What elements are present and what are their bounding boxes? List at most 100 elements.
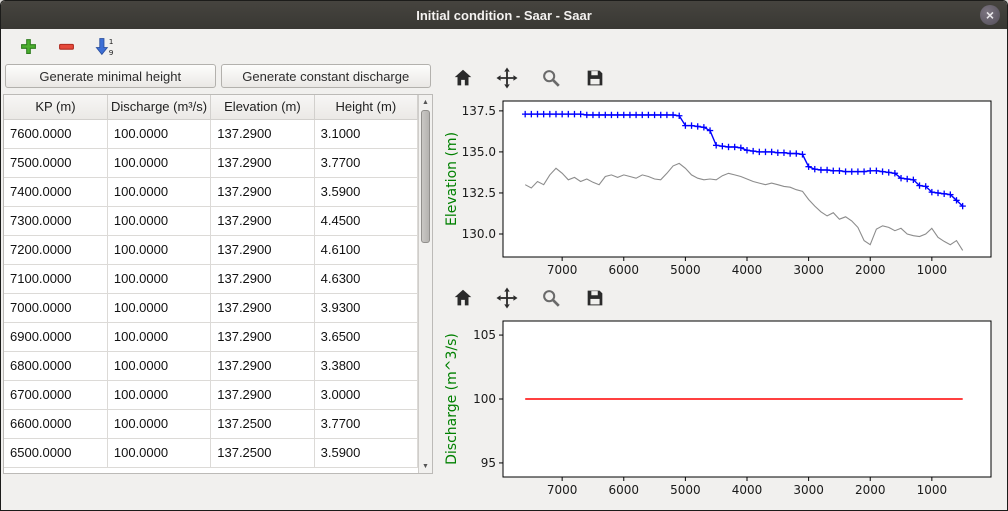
table-cell[interactable]: 137.2900 <box>211 206 314 235</box>
table-cell[interactable]: 3.3800 <box>314 351 417 380</box>
svg-text:1: 1 <box>108 37 113 46</box>
elevation-save-button[interactable] <box>581 65 609 91</box>
table-cell[interactable]: 6800.0000 <box>4 351 107 380</box>
table-cell[interactable]: 7200.0000 <box>4 235 107 264</box>
table-cell[interactable]: 4.6300 <box>314 264 417 293</box>
discharge-pan-button[interactable] <box>493 285 521 311</box>
remove-row-button[interactable] <box>51 32 81 60</box>
zoom-icon <box>540 67 562 89</box>
column-header-kp[interactable]: KP (m) <box>4 95 107 119</box>
svg-text:1000: 1000 <box>917 263 948 277</box>
table-cell[interactable]: 100.0000 <box>107 438 210 467</box>
elevation-pan-button[interactable] <box>493 65 521 91</box>
svg-text:7000: 7000 <box>547 483 578 497</box>
scrollbar-track[interactable] <box>419 109 432 459</box>
table-cell[interactable]: 6700.0000 <box>4 380 107 409</box>
svg-text:5000: 5000 <box>670 263 701 277</box>
generate-constant-discharge-button[interactable]: Generate constant discharge <box>221 64 432 88</box>
svg-text:132.5: 132.5 <box>462 186 496 200</box>
table-cell[interactable]: 137.2900 <box>211 177 314 206</box>
table-row: 6900.0000100.0000137.29003.6500 <box>4 322 418 351</box>
table-row: 6500.0000100.0000137.25003.5900 <box>4 438 418 467</box>
sort-button[interactable]: 1 9 <box>89 32 119 60</box>
table-cell[interactable]: 3.5900 <box>314 177 417 206</box>
svg-text:4000: 4000 <box>732 263 763 277</box>
discharge-chart[interactable]: 700060005000400030002000100095100105Disc… <box>441 313 1005 503</box>
table-cell[interactable]: 7600.0000 <box>4 119 107 148</box>
table-cell[interactable]: 137.2500 <box>211 409 314 438</box>
svg-text:Discharge (m^3/s): Discharge (m^3/s) <box>444 333 460 465</box>
table-row: 7500.0000100.0000137.29003.7700 <box>4 148 418 177</box>
table-cell[interactable]: 7400.0000 <box>4 177 107 206</box>
add-row-button[interactable] <box>13 32 43 60</box>
table-cell[interactable]: 6600.0000 <box>4 409 107 438</box>
svg-text:3000: 3000 <box>793 483 824 497</box>
table-cell[interactable]: 100.0000 <box>107 409 210 438</box>
table-cell[interactable]: 3.5900 <box>314 438 417 467</box>
svg-text:95: 95 <box>481 456 496 470</box>
table-row: 7200.0000100.0000137.29004.6100 <box>4 235 418 264</box>
discharge-home-button[interactable] <box>449 285 477 311</box>
table-header-row: KP (m) Discharge (m³/s) Elevation (m) He… <box>4 95 418 119</box>
table-cell[interactable]: 100.0000 <box>107 380 210 409</box>
table-cell[interactable]: 137.2900 <box>211 148 314 177</box>
table-cell[interactable]: 100.0000 <box>107 235 210 264</box>
right-panel: 7000600050004000300020001000130.0132.513… <box>435 63 1007 510</box>
table-cell[interactable]: 3.0000 <box>314 380 417 409</box>
table-cell[interactable]: 137.2900 <box>211 293 314 322</box>
table-cell[interactable]: 100.0000 <box>107 148 210 177</box>
column-header-discharge[interactable]: Discharge (m³/s) <box>107 95 210 119</box>
discharge-zoom-button[interactable] <box>537 285 565 311</box>
table-cell[interactable]: 4.4500 <box>314 206 417 235</box>
table-cell[interactable]: 3.6500 <box>314 322 417 351</box>
table-cell[interactable]: 137.2900 <box>211 322 314 351</box>
generate-minimal-height-button[interactable]: Generate minimal height <box>5 64 216 88</box>
table-cell[interactable]: 7500.0000 <box>4 148 107 177</box>
svg-text:105: 105 <box>473 328 496 342</box>
table-cell[interactable]: 7100.0000 <box>4 264 107 293</box>
table-cell[interactable]: 100.0000 <box>107 119 210 148</box>
table-cell[interactable]: 100.0000 <box>107 293 210 322</box>
elevation-plot-toolbar <box>441 63 1007 93</box>
table-cell[interactable]: 137.2900 <box>211 380 314 409</box>
table-cell[interactable]: 6900.0000 <box>4 322 107 351</box>
svg-text:2000: 2000 <box>855 263 886 277</box>
table-cell[interactable]: 7300.0000 <box>4 206 107 235</box>
table-cell[interactable]: 100.0000 <box>107 177 210 206</box>
svg-text:4000: 4000 <box>732 483 763 497</box>
generator-buttons-row: Generate minimal height Generate constan… <box>5 64 431 88</box>
table-cell[interactable]: 100.0000 <box>107 322 210 351</box>
table-cell[interactable]: 100.0000 <box>107 351 210 380</box>
table-cell[interactable]: 3.9300 <box>314 293 417 322</box>
table-cell[interactable]: 4.6100 <box>314 235 417 264</box>
vertical-scrollbar[interactable]: ▲ ▼ <box>418 95 432 473</box>
svg-text:6000: 6000 <box>608 263 639 277</box>
pan-icon <box>496 287 518 309</box>
titlebar[interactable]: Initial condition - Saar - Saar × <box>1 1 1007 29</box>
scroll-down-button[interactable]: ▼ <box>419 459 432 473</box>
save-icon <box>584 67 606 89</box>
column-header-height[interactable]: Height (m) <box>314 95 417 119</box>
table-cell[interactable]: 137.2900 <box>211 264 314 293</box>
table-cell[interactable]: 3.1000 <box>314 119 417 148</box>
table-cell[interactable]: 3.7700 <box>314 409 417 438</box>
discharge-save-button[interactable] <box>581 285 609 311</box>
column-header-elevation[interactable]: Elevation (m) <box>211 95 314 119</box>
scrollbar-thumb[interactable] <box>421 110 430 243</box>
table-cell[interactable]: 6500.0000 <box>4 438 107 467</box>
table-cell[interactable]: 137.2900 <box>211 351 314 380</box>
elevation-chart[interactable]: 7000600050004000300020001000130.0132.513… <box>441 93 1005 283</box>
table-cell[interactable]: 137.2900 <box>211 119 314 148</box>
table-cell[interactable]: 100.0000 <box>107 206 210 235</box>
table-cell[interactable]: 100.0000 <box>107 264 210 293</box>
table-cell[interactable]: 137.2500 <box>211 438 314 467</box>
table-cell[interactable]: 3.7700 <box>314 148 417 177</box>
close-button[interactable]: × <box>980 5 1000 25</box>
elevation-home-button[interactable] <box>449 65 477 91</box>
table-row: 7600.0000100.0000137.29003.1000 <box>4 119 418 148</box>
table-cell[interactable]: 7000.0000 <box>4 293 107 322</box>
elevation-zoom-button[interactable] <box>537 65 565 91</box>
close-icon: × <box>986 7 994 23</box>
scroll-up-button[interactable]: ▲ <box>419 95 432 109</box>
table-cell[interactable]: 137.2900 <box>211 235 314 264</box>
